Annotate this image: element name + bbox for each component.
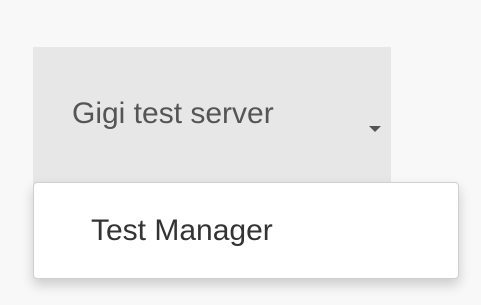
- server-dropdown-toggle[interactable]: Gigi test server: [33, 47, 391, 185]
- caret-down-icon: [369, 126, 381, 132]
- menu-item-test-manager[interactable]: Test Manager: [34, 197, 458, 267]
- server-dropdown-label: Gigi test server: [72, 97, 274, 130]
- menu-item-label: Test Manager: [91, 214, 273, 247]
- server-dropdown-menu: Test Manager: [33, 182, 459, 279]
